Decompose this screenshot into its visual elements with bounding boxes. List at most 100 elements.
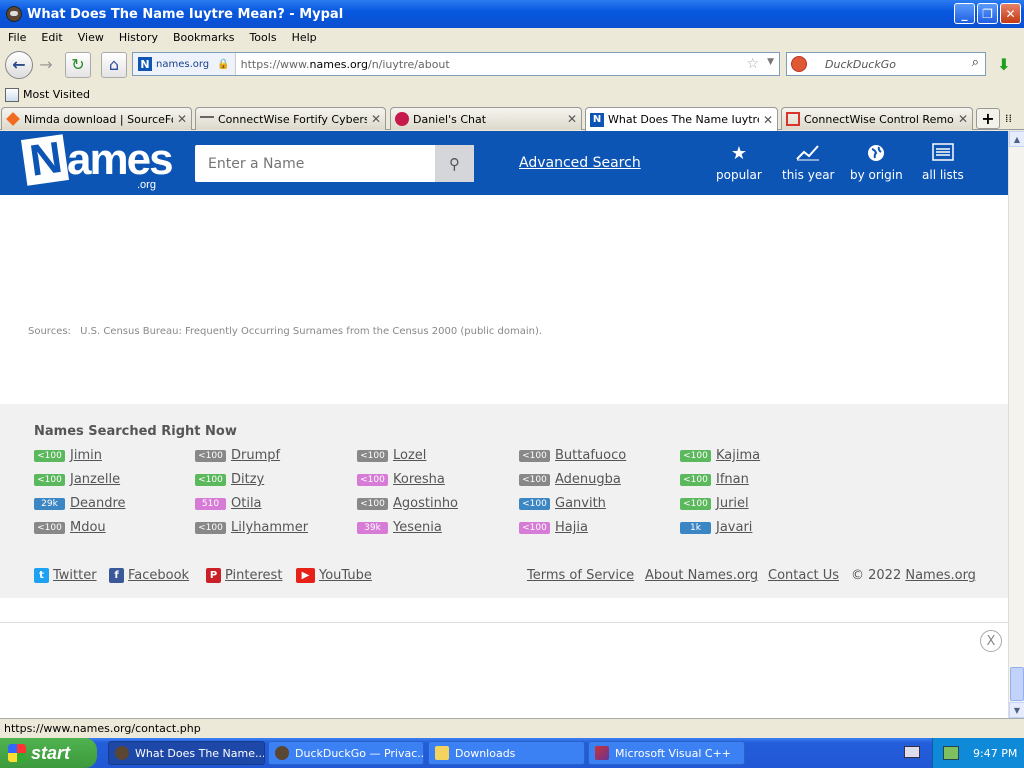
tab-close-icon[interactable]: ✕ [371, 112, 381, 126]
ad-close-button[interactable]: X [980, 630, 1002, 652]
list-item[interactable]: 39k Yesenia [357, 520, 442, 535]
name-link[interactable]: Drumpf [231, 448, 280, 463]
list-item[interactable]: <100 Ganvith [519, 496, 606, 511]
taskbar-item-downloads[interactable]: Downloads [428, 741, 585, 765]
list-item[interactable]: <100 Ditzy [195, 472, 264, 487]
list-item[interactable]: <100 Koresha [357, 472, 445, 487]
name-link[interactable]: Kajima [716, 448, 760, 463]
reload-button[interactable]: ↻ [65, 51, 91, 78]
tab-close-icon[interactable]: ✕ [763, 113, 773, 127]
pinterest-link[interactable]: P Pinterest [206, 568, 282, 583]
tab-close-icon[interactable]: ✕ [958, 112, 968, 126]
scroll-thumb[interactable] [1010, 667, 1024, 701]
nav-all-lists[interactable]: all lists [922, 143, 964, 182]
terms-of-service-link[interactable]: Terms of Service [527, 568, 634, 583]
start-button[interactable]: start [0, 738, 97, 768]
url-text[interactable]: https://www.names.org/n/iuytre/about [236, 58, 450, 71]
name-link[interactable]: Yesenia [393, 520, 442, 535]
taskbar-item-visual-cpp[interactable]: Microsoft Visual C++ [588, 741, 745, 765]
vertical-scrollbar[interactable]: ▲ ▼ [1008, 131, 1024, 718]
name-link[interactable]: Ditzy [231, 472, 264, 487]
tab-close-icon[interactable]: ✕ [567, 112, 577, 126]
search-bar[interactable]: DuckDuckGo ⌕ [786, 52, 986, 76]
network-icon[interactable] [943, 746, 959, 760]
download-icon[interactable]: ⬇ [992, 53, 1016, 75]
name-link[interactable]: Otila [231, 496, 262, 511]
name-link[interactable]: Buttafuoco [555, 448, 626, 463]
list-item[interactable]: <100 Kajima [680, 448, 760, 463]
name-link[interactable]: Lozel [393, 448, 426, 463]
facebook-label[interactable]: Facebook [128, 568, 189, 583]
search-icon[interactable]: ⌕ [972, 55, 979, 70]
list-item[interactable]: <100 Adenugba [519, 472, 621, 487]
bookmark-star-icon[interactable]: ☆ [746, 56, 759, 72]
name-link[interactable]: Koresha [393, 472, 445, 487]
most-visited-bookmark[interactable]: Most Visited [23, 88, 90, 101]
about-names-org-link[interactable]: About Names.org [645, 568, 758, 583]
facebook-link[interactable]: f Facebook [109, 568, 189, 583]
youtube-link[interactable]: ▶ YouTube [296, 568, 372, 583]
name-search-button[interactable]: ⚲ [435, 145, 474, 182]
tab-nimda[interactable]: Nimda download | SourceFor... ✕ [1, 107, 192, 130]
scroll-up-arrow-icon[interactable]: ▲ [1009, 131, 1024, 147]
nav-by-origin[interactable]: by origin [850, 143, 903, 182]
list-item[interactable]: <100 Mdou [34, 520, 106, 535]
site-identity-button[interactable]: N names.org 🔒 [133, 53, 236, 75]
list-item[interactable]: <100 Agostinho [357, 496, 458, 511]
menu-bookmarks[interactable]: Bookmarks [165, 31, 241, 44]
pinterest-label[interactable]: Pinterest [225, 568, 282, 583]
menu-history[interactable]: History [111, 31, 165, 44]
list-item[interactable]: <100 Hajia [519, 520, 588, 535]
twitter-label[interactable]: Twitter [53, 568, 97, 583]
list-item[interactable]: <100 Juriel [680, 496, 749, 511]
name-link[interactable]: Jimin [70, 448, 102, 463]
list-item[interactable]: 1k Javari [680, 520, 752, 535]
list-item[interactable]: <100 Lozel [357, 448, 426, 463]
tab-connectwise-control[interactable]: ConnectWise Control Remote... ✕ [781, 107, 973, 130]
menu-help[interactable]: Help [284, 31, 324, 44]
taskbar-item-duckduckgo[interactable]: DuckDuckGo — Privac... [268, 741, 424, 765]
contact-us-link[interactable]: Contact Us [768, 568, 839, 583]
scroll-down-arrow-icon[interactable]: ▼ [1009, 702, 1024, 718]
name-link[interactable]: Javari [716, 520, 752, 535]
home-button[interactable]: ⌂ [101, 51, 127, 78]
twitter-link[interactable]: t Twitter [34, 568, 97, 583]
minimize-button[interactable]: _ [954, 3, 975, 24]
name-link[interactable]: Lilyhammer [231, 520, 308, 535]
list-item[interactable]: <100 Buttafuoco [519, 448, 626, 463]
menu-file[interactable]: File [0, 31, 33, 44]
duckduckgo-icon[interactable] [791, 56, 807, 72]
back-button[interactable]: ← [5, 50, 33, 79]
menu-edit[interactable]: Edit [33, 31, 69, 44]
name-link[interactable]: Hajia [555, 520, 588, 535]
list-item[interactable]: <100 Jimin [34, 448, 102, 463]
list-item[interactable]: 510 Otila [195, 496, 262, 511]
tab-connectwise-fortify[interactable]: ConnectWise Fortify Cyberse... ✕ [195, 107, 386, 130]
maximize-button[interactable]: ❐ [977, 3, 998, 24]
names-org-logo[interactable]: Names .org [21, 133, 174, 191]
tab-daniels-chat[interactable]: Daniel's Chat ✕ [390, 107, 582, 130]
forward-button[interactable]: → [33, 52, 59, 78]
menu-view[interactable]: View [70, 31, 111, 44]
tab-list-icon[interactable]: ⁞⁞ [1005, 112, 1012, 125]
list-item[interactable]: <100 Janzelle [34, 472, 120, 487]
list-item[interactable]: <100 Lilyhammer [195, 520, 308, 535]
youtube-label[interactable]: YouTube [319, 568, 372, 583]
name-link[interactable]: Ganvith [555, 496, 606, 511]
name-link[interactable]: Adenugba [555, 472, 621, 487]
advanced-search-link[interactable]: Advanced Search [519, 155, 641, 171]
name-link[interactable]: Deandre [70, 496, 126, 511]
list-item[interactable]: <100 Ifnan [680, 472, 749, 487]
url-dropdown-icon[interactable]: ▼ [767, 57, 774, 67]
list-item[interactable]: <100 Drumpf [195, 448, 280, 463]
list-item[interactable]: 29k Deandre [34, 496, 126, 511]
new-tab-button[interactable]: + [976, 108, 1000, 129]
name-link[interactable]: Mdou [70, 520, 106, 535]
tab-close-icon[interactable]: ✕ [177, 112, 187, 126]
copyright-link[interactable]: Names.org [905, 568, 976, 583]
name-search-input[interactable] [195, 145, 435, 182]
tab-names-org[interactable]: N What Does The Name Iuytre ... ✕ [585, 107, 778, 131]
menu-tools[interactable]: Tools [241, 31, 283, 44]
name-link[interactable]: Ifnan [716, 472, 749, 487]
taskbar-item-mypal[interactable]: What Does The Name... [108, 741, 265, 765]
